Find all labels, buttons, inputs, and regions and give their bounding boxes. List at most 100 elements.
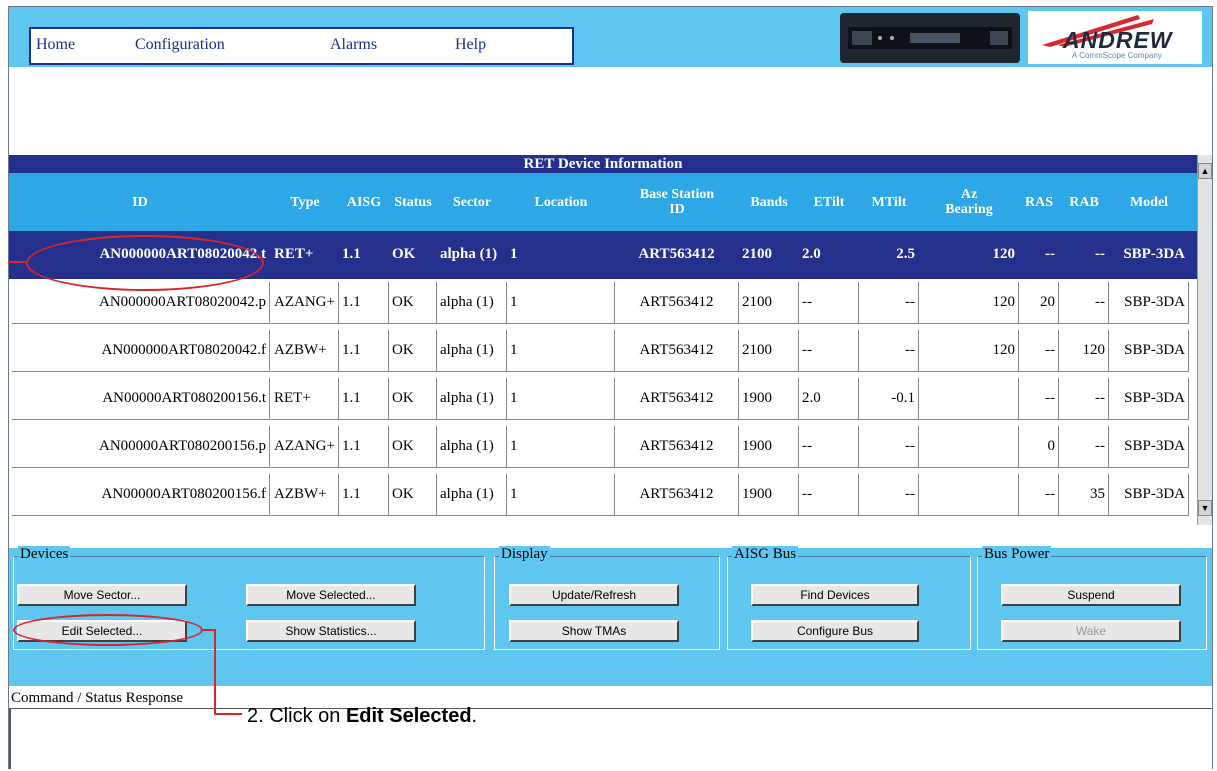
brand-logo: ANDREW A CommScope Company (1028, 11, 1202, 64)
menu-home[interactable]: Home (36, 36, 75, 54)
show-tmas-button[interactable]: Show TMAs (509, 620, 679, 642)
col-location[interactable]: Location (507, 173, 615, 231)
table-row[interactable]: AN00000ART080200156.t RET+ 1.1 OK alpha (1) 1… (9, 375, 1197, 423)
annotation-connector-h2 (214, 713, 242, 715)
col-sector[interactable]: Sector (437, 173, 507, 231)
col-id[interactable]: ID (9, 173, 271, 231)
cell-bands: 2100 (739, 234, 799, 276)
annotation-connector-v (214, 629, 216, 715)
cell-rab: 35 (1059, 474, 1109, 516)
edit-selected-button[interactable]: Edit Selected... (17, 620, 187, 642)
col-bands[interactable]: Bands (739, 173, 799, 231)
cell-az (919, 378, 1019, 420)
cell-type: AZBW+ (271, 474, 339, 516)
annotation-line-row (8, 261, 28, 263)
command-status-response (9, 708, 1212, 769)
menu-alarms[interactable]: Alarms (330, 36, 377, 54)
cell-location: 1 (507, 426, 615, 468)
show-statistics-button[interactable]: Show Statistics... (246, 620, 416, 642)
cell-type: AZANG+ (271, 426, 339, 468)
cell-rab: -- (1059, 282, 1109, 324)
col-aisg[interactable]: AISG (339, 173, 389, 231)
cell-aisg: 1.1 (339, 474, 389, 516)
table-row[interactable]: AN00000ART080200156.f AZBW+ 1.1 OK alpha (1)… (9, 471, 1197, 519)
control-panel: Devices Display AISG Bus Bus Power Move … (9, 546, 1212, 686)
cell-bands: 1900 (739, 426, 799, 468)
col-status[interactable]: Status (389, 173, 437, 231)
display-group-label: Display (499, 546, 550, 563)
cell-location: 1 (507, 378, 615, 420)
cell-az: 120 (919, 282, 1019, 324)
cell-bsid: ART563412 (615, 378, 739, 420)
cell-id: AN00000ART080200156.f (12, 474, 270, 516)
update-refresh-button[interactable]: Update/Refresh (509, 584, 679, 606)
cell-ras: 20 (1019, 282, 1059, 324)
cell-bsid: ART563412 (615, 474, 739, 516)
configure-bus-button[interactable]: Configure Bus (751, 620, 919, 642)
cell-aisg: 1.1 (339, 426, 389, 468)
scroll-up-button[interactable]: ▲ (1198, 163, 1212, 179)
cell-model: SBP-3DA (1109, 282, 1189, 324)
cell-mtilt: -- (859, 426, 919, 468)
col-ras[interactable]: RAS (1019, 173, 1059, 231)
cell-etilt: -- (799, 474, 859, 516)
cell-az: 120 (919, 330, 1019, 372)
move-selected-button[interactable]: Move Selected... (246, 584, 416, 606)
col-type[interactable]: Type (271, 173, 339, 231)
menu-bar (29, 27, 574, 65)
cell-mtilt: -- (859, 474, 919, 516)
cell-sector: alpha (1) (437, 474, 507, 516)
suspend-button[interactable]: Suspend (1001, 584, 1181, 606)
menu-help[interactable]: Help (455, 36, 486, 54)
cell-id: AN00000ART080200156.t (12, 378, 270, 420)
table-row[interactable]: AN000000ART08020042.t RET+ 1.1 OK alpha (1) 1… (9, 231, 1197, 279)
cell-status: OK (389, 426, 437, 468)
col-mtilt[interactable]: MTilt (859, 173, 919, 231)
table-row[interactable]: AN000000ART08020042.p AZANG+ 1.1 OK alpha (1… (9, 279, 1197, 327)
table-row[interactable]: AN000000ART08020042.f AZBW+ 1.1 OK alpha (1)… (9, 327, 1197, 375)
cell-location: 1 (507, 234, 615, 276)
cell-sector: alpha (1) (437, 426, 507, 468)
cell-rab: 120 (1059, 330, 1109, 372)
cell-aisg: 1.1 (339, 234, 389, 276)
instruction-prefix: 2. Click on (247, 705, 346, 727)
cell-status: OK (389, 282, 437, 324)
cell-bands: 1900 (739, 378, 799, 420)
cell-sector: alpha (1) (437, 378, 507, 420)
table-title: RET Device Information (9, 155, 1197, 173)
col-model[interactable]: Model (1109, 173, 1189, 231)
col-base-station-id[interactable]: Base Station ID (615, 173, 739, 231)
cell-model: SBP-3DA (1109, 234, 1189, 276)
cell-location: 1 (507, 474, 615, 516)
cell-type: AZANG+ (271, 282, 339, 324)
cell-etilt: -- (799, 330, 859, 372)
cell-etilt: 2.0 (799, 378, 859, 420)
col-etilt[interactable]: ETilt (799, 173, 859, 231)
cell-model: SBP-3DA (1109, 426, 1189, 468)
table-scrollbar[interactable]: ▲ ▼ (1197, 155, 1212, 525)
find-devices-button[interactable]: Find Devices (751, 584, 919, 606)
cell-ras: 0 (1019, 426, 1059, 468)
cell-sector: alpha (1) (437, 282, 507, 324)
cell-status: OK (389, 378, 437, 420)
table-row[interactable]: AN00000ART080200156.p AZANG+ 1.1 OK alpha (1… (9, 423, 1197, 471)
cell-status: OK (389, 234, 437, 276)
cell-type: RET+ (271, 234, 339, 276)
cell-status: OK (389, 474, 437, 516)
col-rab[interactable]: RAB (1059, 173, 1109, 231)
cell-model: SBP-3DA (1109, 378, 1189, 420)
cell-az (919, 426, 1019, 468)
cell-sector: alpha (1) (437, 330, 507, 372)
scroll-down-button[interactable]: ▼ (1198, 500, 1212, 516)
cell-rab: -- (1059, 378, 1109, 420)
cell-bsid: ART563412 (615, 330, 739, 372)
devices-group-label: Devices (18, 546, 71, 563)
col-az-bearing[interactable]: Az Bearing (919, 173, 1019, 231)
cell-ras: -- (1019, 378, 1059, 420)
cell-etilt: -- (799, 426, 859, 468)
move-sector-button[interactable]: Move Sector... (17, 584, 187, 606)
menu-configuration[interactable]: Configuration (135, 36, 225, 54)
brand-tagline: A CommScope Company (1072, 51, 1162, 60)
cell-rab: -- (1059, 426, 1109, 468)
cell-location: 1 (507, 282, 615, 324)
